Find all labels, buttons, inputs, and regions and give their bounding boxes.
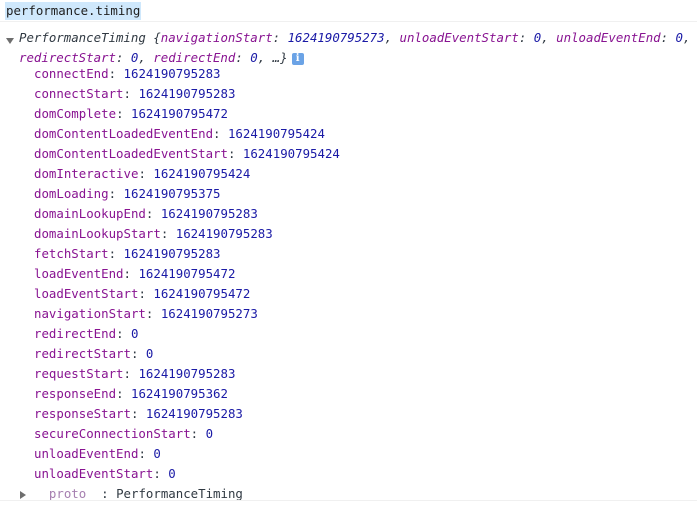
property-value: 1624190795472 xyxy=(138,266,236,281)
property-value: 0 xyxy=(168,466,176,481)
console-input-line[interactable]: performance.timing xyxy=(0,0,697,22)
property-value: 0 xyxy=(130,326,139,341)
object-summary[interactable]: PerformanceTiming {navigationStart: 1624… xyxy=(19,28,693,68)
property-value: 1624190795424 xyxy=(242,146,340,161)
property-value: 1624190795283 xyxy=(145,406,243,421)
property-name: connectEnd xyxy=(34,66,109,81)
property-name: connectStart xyxy=(34,86,124,101)
property-value: 1624190795283 xyxy=(123,246,221,261)
property-value: 0 xyxy=(205,426,214,441)
property-name: redirectStart xyxy=(34,346,131,361)
property-row[interactable]: domInteractive: 1624190795424 xyxy=(34,164,340,184)
property-name: requestStart xyxy=(34,366,124,381)
divider xyxy=(0,500,697,501)
property-row[interactable]: requestStart: 1624190795283 xyxy=(34,364,340,384)
property-row[interactable]: loadEventStart: 1624190795472 xyxy=(34,284,340,304)
property-row[interactable]: redirectStart: 0 xyxy=(34,344,340,364)
property-name: unloadEventStart xyxy=(34,466,154,481)
property-value: 1624190795283 xyxy=(138,366,236,381)
property-name: domainLookupStart xyxy=(34,226,161,241)
expand-toggle-icon[interactable] xyxy=(6,38,14,44)
property-row[interactable]: domContentLoadedEventStart: 162419079542… xyxy=(34,144,340,164)
property-row[interactable]: domainLookupEnd: 1624190795283 xyxy=(34,204,340,224)
property-row[interactable]: domainLookupStart: 1624190795283 xyxy=(34,224,340,244)
property-row[interactable]: responseStart: 1624190795283 xyxy=(34,404,340,424)
property-value: 1624190795424 xyxy=(153,166,251,181)
property-value: 0 xyxy=(145,346,154,361)
property-row[interactable]: navigationStart: 1624190795273 xyxy=(34,304,340,324)
object-type-name: PerformanceTiming xyxy=(19,30,146,45)
property-name: fetchStart xyxy=(34,246,109,261)
property-row[interactable]: domComplete: 1624190795472 xyxy=(34,104,340,124)
property-row[interactable]: unloadEventStart: 0 xyxy=(34,464,340,484)
property-value: 1624190795472 xyxy=(153,286,251,301)
property-name: domContentLoadedEventEnd xyxy=(34,126,214,141)
console-panel: performance.timing PerformanceTiming {na… xyxy=(0,0,697,505)
proto-row[interactable]: __proto__: PerformanceTiming xyxy=(20,484,243,504)
property-row[interactable]: responseEnd: 1624190795362 xyxy=(34,384,340,404)
property-value: 1624190795273 xyxy=(160,306,258,321)
property-name: secureConnectionStart xyxy=(34,426,191,441)
property-name: redirectEnd xyxy=(34,326,117,341)
property-row[interactable]: unloadEventEnd: 0 xyxy=(34,444,340,464)
property-name: responseStart xyxy=(34,406,131,421)
property-name: responseEnd xyxy=(34,386,117,401)
property-value: 1624190795283 xyxy=(175,226,273,241)
property-name: domContentLoadedEventStart xyxy=(34,146,228,161)
info-icon[interactable]: i xyxy=(291,52,304,65)
property-value: 1624190795472 xyxy=(130,106,228,121)
property-name: loadEventEnd xyxy=(34,266,124,281)
property-name: loadEventStart xyxy=(34,286,139,301)
property-name: navigationStart xyxy=(34,306,146,321)
property-row[interactable]: loadEventEnd: 1624190795472 xyxy=(34,264,340,284)
property-name: domComplete xyxy=(34,106,117,121)
property-row[interactable]: connectStart: 1624190795283 xyxy=(34,84,340,104)
property-value: 1624190795283 xyxy=(138,86,236,101)
property-row[interactable]: secureConnectionStart: 0 xyxy=(34,424,340,444)
property-value: 1624190795362 xyxy=(130,386,228,401)
property-value: 1624190795375 xyxy=(123,186,221,201)
console-input-text[interactable]: performance.timing xyxy=(5,2,142,20)
property-value: 0 xyxy=(153,446,161,461)
property-value: 1624190795424 xyxy=(227,126,325,141)
property-name: domLoading xyxy=(34,186,109,201)
property-row[interactable]: connectEnd: 1624190795283 xyxy=(34,64,340,84)
property-name: unloadEventEnd xyxy=(34,446,139,461)
property-list: connectEnd: 1624190795283 connectStart: 1… xyxy=(34,64,340,484)
property-row[interactable]: redirectEnd: 0 xyxy=(34,324,340,344)
chevron-right-icon[interactable] xyxy=(20,490,26,499)
proto-value: PerformanceTiming xyxy=(116,486,243,501)
property-name: domainLookupEnd xyxy=(34,206,146,221)
property-row[interactable]: fetchStart: 1624190795283 xyxy=(34,244,340,264)
proto-name: __proto__ xyxy=(34,486,102,501)
property-name: domInteractive xyxy=(34,166,139,181)
property-value: 1624190795283 xyxy=(123,66,221,81)
property-value: 1624190795283 xyxy=(160,206,258,221)
property-row[interactable]: domLoading: 1624190795375 xyxy=(34,184,340,204)
property-row[interactable]: domContentLoadedEventEnd: 1624190795424 xyxy=(34,124,340,144)
